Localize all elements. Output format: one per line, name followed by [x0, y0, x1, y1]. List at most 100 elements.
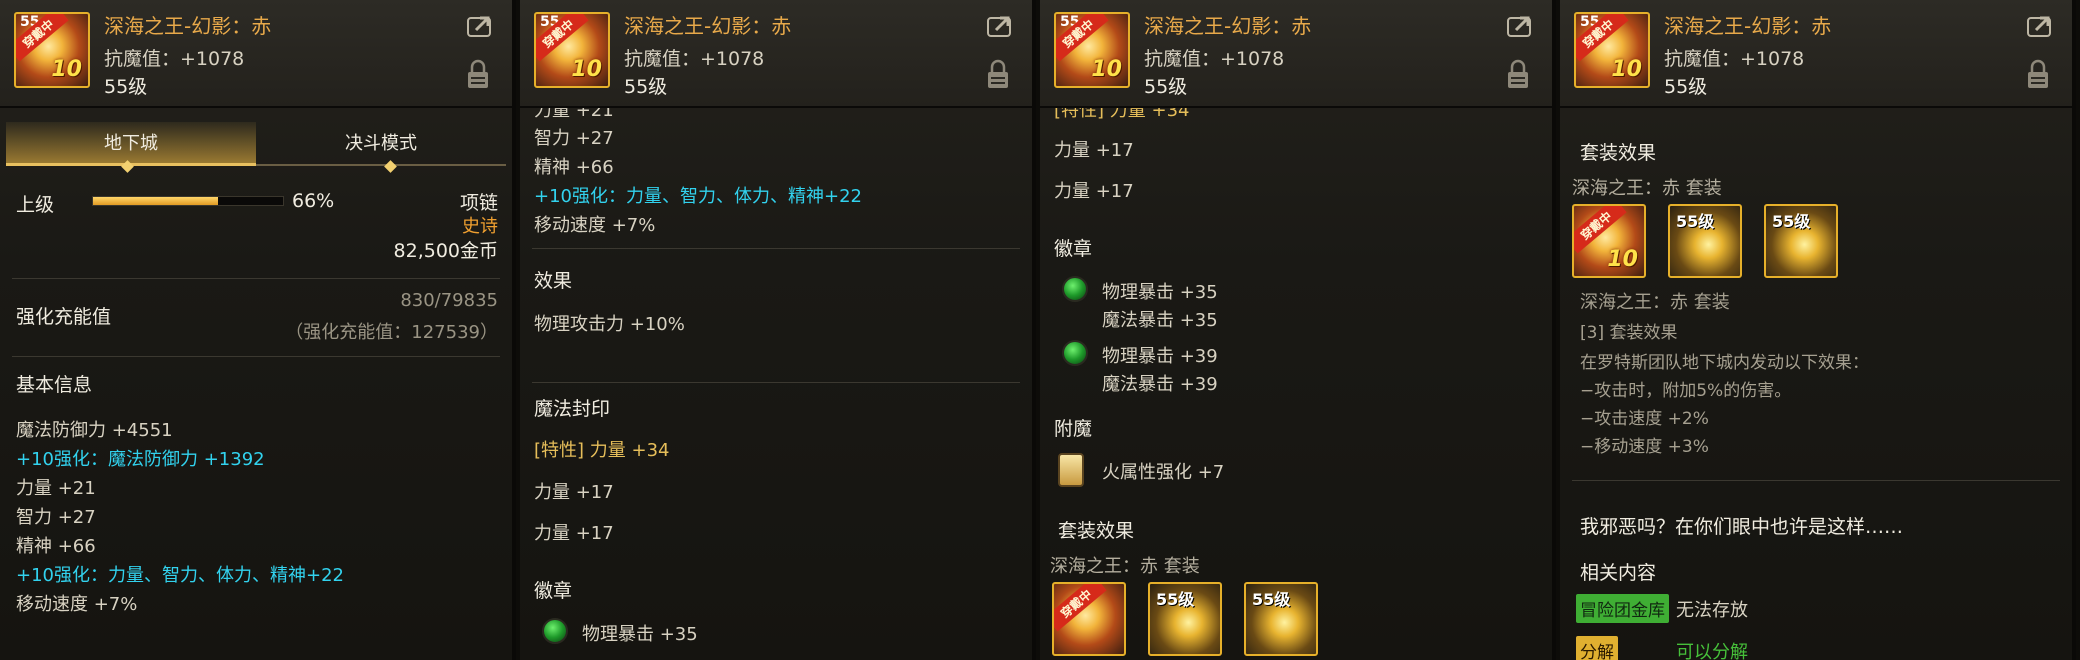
seal-line: 力量 +17	[534, 482, 614, 503]
guild-bank-text: 无法存放	[1676, 600, 1748, 621]
tooltip-panel-3: 55 穿戴中 10 深海之王-幻影：赤 抗魔值：+1078 55级 [特性] 力…	[1040, 0, 1556, 660]
slot-level: 55级	[1252, 590, 1291, 609]
item-icon: 55 穿戴中 10	[14, 12, 90, 88]
grade-progress-bar	[92, 196, 284, 206]
reinforce-number: 10	[571, 57, 602, 82]
grade-label: 上级	[16, 194, 55, 216]
set-item-slot: 55级	[1244, 582, 1318, 656]
set-desc-line: −攻击时，附加5%的伤害。	[1580, 381, 1792, 401]
reinforce-number: 10	[1607, 247, 1638, 272]
set-name: 深海之王：赤 套装	[1050, 556, 1200, 577]
equipped-badge: 穿戴中	[1054, 584, 1107, 632]
slot-level: 55级	[1156, 590, 1195, 609]
effect-title: 效果	[534, 270, 573, 292]
anti-magic-value: 抗魔值：+1078	[1144, 48, 1285, 70]
stat-line: 移动速度 +7%	[16, 594, 138, 615]
share-icon[interactable]	[2026, 14, 2054, 38]
stat-line: 移动速度 +7%	[534, 215, 656, 236]
divider	[12, 356, 500, 357]
enchant-card-icon	[1058, 453, 1084, 487]
tab-dungeon[interactable]: 地下城	[6, 122, 256, 166]
item-icon: 55 穿戴中 10	[1054, 12, 1130, 88]
stat-line: 精神 +66	[16, 536, 96, 557]
rarity: 史诗	[462, 216, 498, 237]
item-level: 55级	[624, 76, 668, 98]
stat-line: +10强化：力量、智力、体力、精神+22	[534, 186, 862, 207]
seal-line: 力量 +17	[1054, 181, 1134, 202]
stat-line: 精神 +66	[534, 157, 614, 178]
anti-magic-value: 抗魔值：+1078	[104, 48, 245, 70]
tooltip-panel-1: 55 穿戴中 10 深海之王-幻影：赤 抗魔值：+1078 55级 地下城 决斗…	[0, 0, 516, 660]
effect-text: 物理攻击力 +10%	[534, 314, 685, 335]
green-emblem-icon	[1062, 276, 1088, 302]
lock-icon[interactable]	[466, 58, 490, 90]
set-desc-line: −攻击速度 +2%	[1580, 409, 1709, 429]
set-name-secondary: 深海之王：赤 套装	[1580, 292, 1730, 313]
tooltip-panel-4: 55 穿戴中 10 深海之王-幻影：赤 抗魔值：+1078 55级 套装效果 深…	[1560, 0, 2076, 660]
set-effect-title: 套装效果	[1058, 520, 1135, 542]
share-icon[interactable]	[1506, 14, 1534, 38]
reinforce-number: 10	[1611, 57, 1642, 82]
item-name: 深海之王-幻影：赤	[1144, 14, 1312, 38]
set-desc-line: −移动速度 +3%	[1580, 437, 1709, 457]
item-name: 深海之王-幻影：赤	[1664, 14, 1832, 38]
seal-trait: [特性] 力量 +34	[534, 436, 670, 462]
anti-magic-value: 抗魔值：+1078	[1664, 48, 1805, 70]
emblem-title: 徽章	[1054, 238, 1093, 260]
trait-value: 力量 +34	[589, 440, 670, 461]
item-level: 55级	[104, 76, 148, 98]
item-name: 深海之王-幻影：赤	[624, 14, 792, 38]
emblem-line: 魔法暴击 +35	[1102, 310, 1218, 331]
lock-icon[interactable]	[986, 58, 1010, 90]
set-item-slot: 55级	[1148, 582, 1222, 656]
item-icon: 55 穿戴中 10	[534, 12, 610, 88]
set-count: [3] 套装效果	[1580, 323, 1678, 343]
lock-icon[interactable]	[1506, 58, 1530, 90]
slot-type: 项链	[459, 192, 498, 214]
slot-level: 55级	[1772, 212, 1811, 231]
enchant-text: 火属性强化 +7	[1102, 462, 1225, 483]
tooltip-content: 地下城 决斗模式 上级 66% 项链 史诗 82,500金币 830/79835…	[0, 108, 512, 660]
tooltip-content: 力量 +21 智力 +27 精神 +66 +10强化：力量、智力、体力、精神+2…	[520, 100, 1032, 660]
divider	[1572, 480, 2060, 481]
green-emblem-icon	[542, 618, 568, 644]
tab-pvp[interactable]: 决斗模式	[256, 122, 506, 166]
disassemble-text: 可以分解	[1676, 642, 1748, 660]
stat-line: 智力 +27	[534, 128, 614, 149]
item-level: 55级	[1664, 76, 1708, 98]
divider	[12, 278, 500, 279]
charge-label: 强化充能值	[16, 306, 112, 328]
set-name: 深海之王：赤 套装	[1572, 178, 1722, 199]
set-item-slot: 穿戴中	[1052, 582, 1126, 656]
tooltip-content: 套装效果 深海之王：赤 套装 穿戴中 10 55级 55级 深海之王：赤 套装 …	[1560, 108, 2072, 660]
sell-price: 82,500金币	[393, 240, 498, 262]
stat-line: +10强化：力量、智力、体力、精神+22	[16, 565, 344, 586]
lock-icon[interactable]	[2026, 58, 2050, 90]
emblem-line: 魔法暴击 +39	[1102, 374, 1218, 395]
guild-bank-tag: 冒险团金库	[1576, 594, 1669, 623]
grade-percent: 66%	[292, 190, 335, 212]
seal-title: 魔法封印	[534, 398, 611, 420]
share-icon[interactable]	[466, 14, 494, 38]
divider	[532, 382, 1020, 383]
set-item-slot: 穿戴中 10	[1572, 204, 1646, 278]
item-header: 55 穿戴中 10 深海之王-幻影：赤 抗魔值：+1078 55级	[0, 0, 512, 108]
stat-line: +10强化：魔法防御力 +1392	[16, 449, 265, 470]
disassemble-tag: 分解	[1576, 636, 1618, 660]
item-header: 55 穿戴中 10 深海之王-幻影：赤 抗魔值：+1078 55级	[1560, 0, 2072, 108]
grade-progress-fill	[93, 197, 219, 205]
set-item-slot: 55级	[1764, 204, 1838, 278]
flavor-text: 我邪恶吗？在你们眼中也许是这样……	[1580, 516, 1904, 538]
set-desc-line: 在罗特斯团队地下城内发动以下效果：	[1580, 353, 1869, 373]
set-item-slot: 55级	[1668, 204, 1742, 278]
enchant-title: 附魔	[1054, 418, 1093, 440]
seal-line: 力量 +17	[1054, 140, 1134, 161]
reinforce-number: 10	[51, 57, 82, 82]
emblem-line: 物理暴击 +39	[1102, 346, 1218, 367]
tooltip-content: [特性] 力量 +34 力量 +17 力量 +17 徽章 物理暴击 +35 魔法…	[1040, 100, 1552, 660]
basic-info-title: 基本信息	[16, 374, 93, 396]
stat-line: 智力 +27	[16, 507, 96, 528]
share-icon[interactable]	[986, 14, 1014, 38]
stat-line: 力量 +21	[16, 478, 96, 499]
set-effect-title: 套装效果	[1580, 142, 1657, 164]
